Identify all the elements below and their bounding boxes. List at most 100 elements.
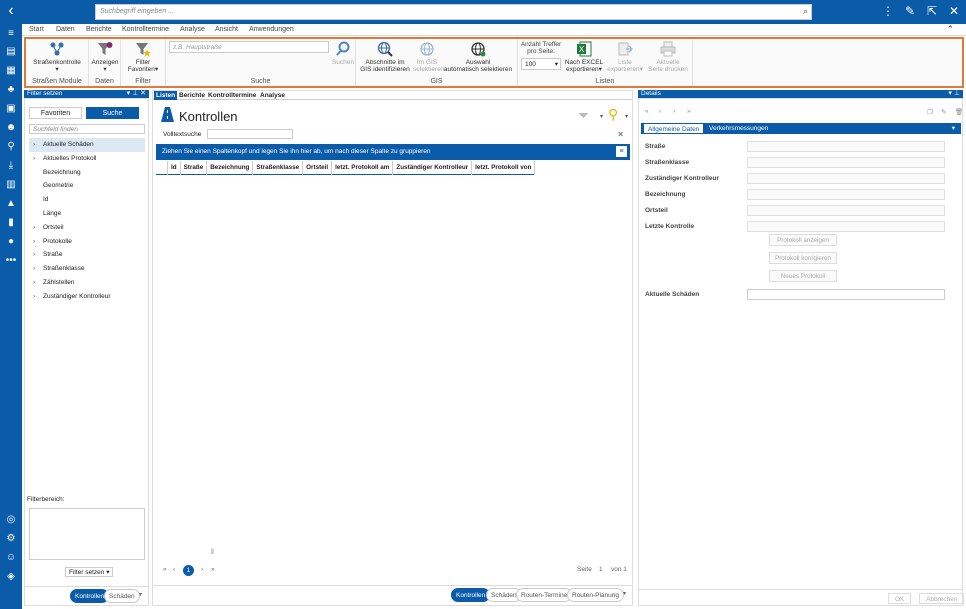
edit-icon[interactable]: ✎ [904,3,916,19]
tab-favoriten[interactable]: Favoriten [29,107,82,119]
detail-field-value[interactable] [747,189,945,200]
first-record-icon[interactable]: « [645,108,649,115]
download-icon[interactable]: ⤓ [5,160,17,172]
filter-tree-item[interactable]: Ortsteil [29,221,145,235]
road-icon[interactable]: ▲ [5,198,17,210]
panel-menu-icon[interactable]: ▾ [948,90,952,97]
protokoll-anzeigen-button[interactable]: Protokoll anzeigen [769,234,837,246]
filter-tree-item[interactable]: Protokolle [29,235,145,249]
detail-field-value[interactable] [747,157,945,168]
filter-setzen-button[interactable]: Filter setzen ▾ [65,567,114,577]
filter-tree-item[interactable]: Zählstellen [29,276,145,290]
menu-anwendungen[interactable]: Anwendungen [249,26,294,33]
filterbereich-box[interactable] [29,508,145,560]
tab-analyse[interactable]: Analyse [260,92,285,99]
gear-icon[interactable]: ⚙ [5,533,17,545]
menu-kontrolltermine[interactable]: Kontrolltermine [122,26,169,33]
menu-berichte[interactable]: Berichte [86,26,112,33]
column-header[interactable]: Id [168,161,181,175]
chevron-down-icon[interactable]: ▾ [948,123,959,134]
user-icon[interactable]: ☺ [5,552,17,564]
protokoll-korrigieren-button[interactable]: Protokoll korrigieren [769,252,837,264]
im-gis-selektieren-button[interactable]: Im GIS selektieren [413,41,444,73]
drop-icon[interactable]: ● [5,236,17,248]
menu-ansicht[interactable]: Ansicht [215,26,238,33]
seite-value[interactable]: 1 [599,566,603,573]
collapse-ribbon-icon[interactable]: ⌃ [946,24,954,35]
abschnitte-identifizieren-button[interactable]: Abschnitte im GIS identifizieren [358,41,412,73]
menu-analyse[interactable]: Analyse [180,26,205,33]
neues-protokoll-button[interactable]: Neues Protokoll [769,270,837,282]
volltext-input[interactable] [207,129,293,139]
chevron-down-icon[interactable]: ▾ [600,113,603,120]
tab-suche[interactable]: Suche [86,107,139,119]
building-icon[interactable]: ▥ [5,179,17,191]
next-page-icon[interactable]: › [201,566,203,573]
panel-menu-icon[interactable]: ▾ [127,90,131,97]
funnel-icon[interactable]: ⏷ [578,107,589,124]
last-record-icon[interactable]: » [687,108,691,115]
tab-listen[interactable]: Listen [154,91,178,100]
tab-verkehrsmessungen[interactable]: Verkehrsmessungen [705,123,772,134]
menu-icon[interactable]: ≡ [5,28,17,40]
anzeigen-button[interactable]: Anzeigen ▾ [91,41,119,73]
filter-tree-item[interactable]: Länge [29,207,145,221]
next-record-icon[interactable]: › [673,108,675,115]
prev-record-icon[interactable]: ‹ [659,108,661,115]
back-icon[interactable]: ‹ [0,0,22,24]
group-drop-area[interactable]: Ziehen Sie einen Spaltenkopf und legen S… [156,144,630,160]
filter-tree-item[interactable]: Aktuelle Schäden [29,138,145,152]
detail-field-value[interactable] [747,221,945,232]
ribbon-search-input[interactable]: z.B. Hauptstraße [169,41,329,53]
detail-field-value[interactable] [747,141,945,152]
filter-tree-item[interactable]: Geometrie [29,179,145,193]
close-icon[interactable]: ✕ [948,3,960,19]
liste-exportieren-button[interactable]: Liste exportieren▾ [605,41,645,73]
map-icon[interactable]: ▦ [5,65,17,77]
ok-button[interactable]: OK [888,593,912,604]
location-icon[interactable]: ⚲ [5,141,17,153]
tab-kontrolltermine[interactable]: Kontrolltermine [208,92,256,99]
detail-field-value[interactable] [747,205,945,216]
filter-tree-item[interactable]: Bezeichnung [29,166,145,180]
filter-tree-item[interactable]: Zuständiger Kontrolleur [29,290,145,304]
filter-tree-item[interactable]: Id [29,193,145,207]
filter-tree-item[interactable]: Straße [29,248,145,262]
pin-icon[interactable]: ⊥ [132,90,138,97]
users-icon[interactable]: ☻ [5,122,17,134]
book-icon[interactable]: ▤ [5,46,17,58]
excel-export-button[interactable]: X Nach EXCEL exportieren▾ [564,41,604,73]
chevron-down-icon[interactable]: ▾ [623,590,626,597]
menu-start[interactable]: Start [29,26,44,33]
prev-page-icon[interactable]: ‹ [173,566,175,573]
close-icon[interactable]: ✕ [140,90,146,97]
anzahl-treffer-select[interactable]: 100 ▾ [521,58,561,70]
auswahl-automatisch-button[interactable]: Auswahl automatisch selektieren [442,41,514,73]
suchen-button[interactable]: Suchen [331,41,355,66]
more-vertical-icon[interactable]: ⋮ [882,3,894,19]
chevron-down-icon[interactable]: ▾ [625,113,628,120]
tab-allgemeine-daten[interactable]: Allgemeine Daten [643,123,705,134]
tree-icon[interactable]: ♣ [5,84,17,96]
global-search-input[interactable]: Suchbegriff eingeben ... ⌕ [95,4,812,20]
footer-tab-routen-planung[interactable]: Routen-Planung [567,588,624,602]
column-header[interactable]: Ortsteil [303,161,333,175]
last-page-icon[interactable]: » [211,566,215,573]
bus-icon[interactable]: ▮ [5,217,17,229]
column-chooser-icon[interactable]: ≡ [616,146,627,157]
footer-tab-schaeden[interactable]: Schäden [104,589,140,603]
tab-berichte[interactable]: Berichte [179,92,205,99]
column-header[interactable]: letzt. Protokoll von [472,161,536,175]
seite-drucken-button[interactable]: Aktuelle Seite drucken [646,41,690,73]
detail-field-value[interactable] [747,173,945,184]
page-number[interactable]: 1 [183,565,194,576]
filter-favoriten-button[interactable]: Filter Favoriten▾ [124,41,162,73]
column-header[interactable]: Straße [181,161,208,175]
scroll-handle-icon[interactable]: ‖ [211,549,214,556]
search-icon[interactable]: ⌕ [803,6,808,17]
more-icon[interactable]: ••• [5,255,17,267]
delete-icon[interactable]: 🗑 [955,108,963,116]
column-header[interactable]: Zuständiger Kontrolleur [393,161,473,175]
filter-tree-item[interactable]: Straßenklasse [29,262,145,276]
chevron-down-icon[interactable]: ▾ [139,591,142,598]
